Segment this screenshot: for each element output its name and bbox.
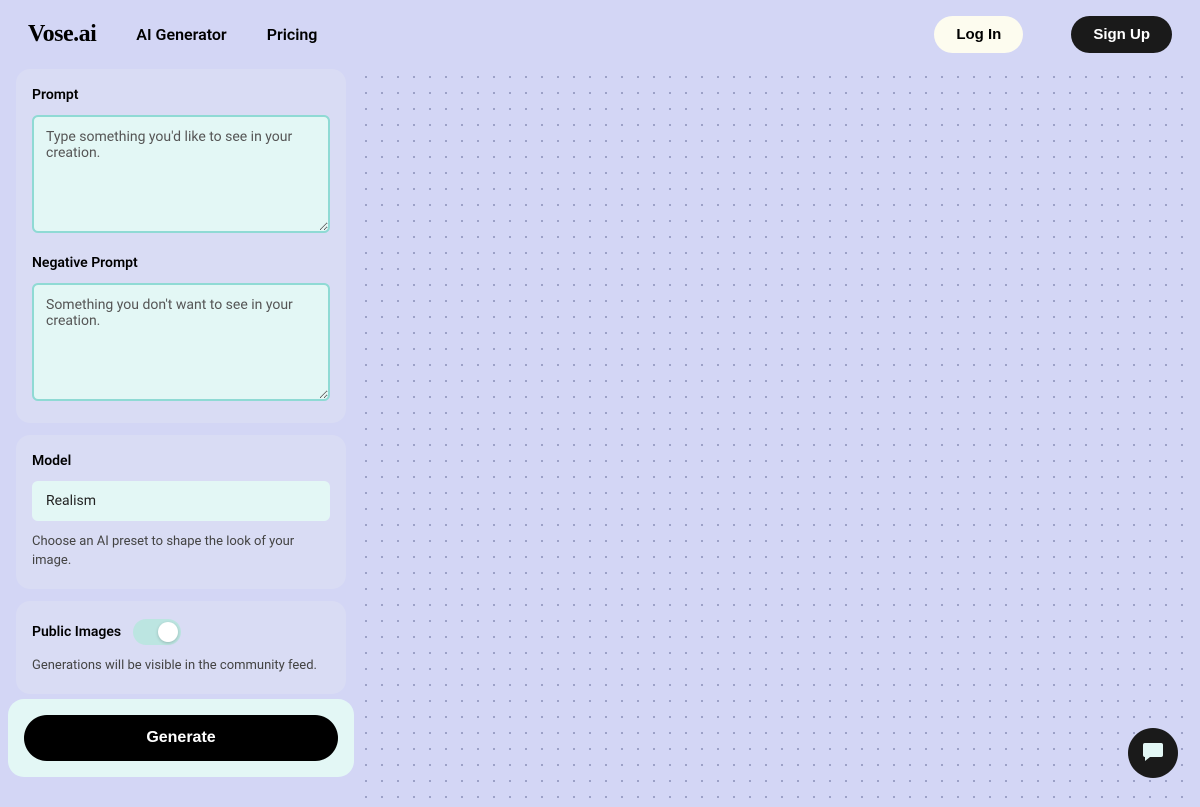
signup-button[interactable]: Sign Up <box>1071 16 1172 53</box>
negative-prompt-input[interactable] <box>32 283 330 401</box>
settings-sidebar: Prompt Negative Prompt Model Realism Cho… <box>16 69 346 807</box>
login-button[interactable]: Log In <box>934 16 1023 53</box>
model-label: Model <box>32 453 330 469</box>
prompt-label: Prompt <box>32 87 330 103</box>
nav-pricing[interactable]: Pricing <box>267 25 318 44</box>
public-images-card: Public Images Generations will be visibl… <box>16 601 346 694</box>
public-images-helper-text: Generations will be visible in the commu… <box>32 657 330 676</box>
model-card: Model Realism Choose an AI preset to sha… <box>16 435 346 589</box>
prompt-input[interactable] <box>32 115 330 233</box>
public-images-label: Public Images <box>32 624 121 640</box>
brand-logo[interactable]: Vose.ai <box>28 21 96 48</box>
chat-widget-button[interactable] <box>1128 728 1178 778</box>
generation-canvas[interactable] <box>358 69 1184 807</box>
chat-icon <box>1141 739 1165 767</box>
generate-button[interactable]: Generate <box>24 715 338 761</box>
model-select[interactable]: Realism <box>32 481 330 521</box>
generate-bar: Generate <box>8 699 354 777</box>
public-images-toggle[interactable] <box>133 619 181 645</box>
prompt-card: Prompt Negative Prompt <box>16 69 346 423</box>
model-helper-text: Choose an AI preset to shape the look of… <box>32 533 330 571</box>
nav-ai-generator[interactable]: AI Generator <box>136 25 226 44</box>
negative-prompt-label: Negative Prompt <box>32 255 330 271</box>
toggle-knob <box>158 622 178 642</box>
